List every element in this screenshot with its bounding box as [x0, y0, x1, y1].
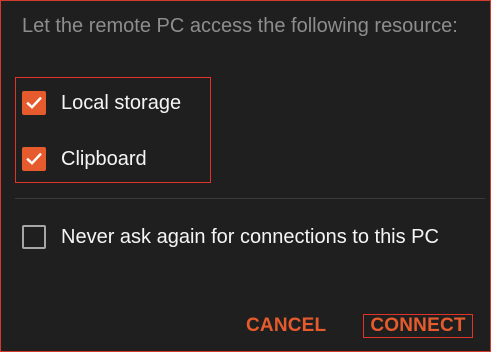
never-ask-label: Never ask again for connections to this … [61, 226, 439, 248]
local-storage-option[interactable]: Local storage [22, 89, 181, 117]
clipboard-checkbox[interactable] [22, 147, 46, 171]
dialog-intro-text: Let the remote PC access the following r… [22, 15, 458, 37]
cancel-button[interactable]: CANCEL [246, 313, 326, 339]
never-ask-option[interactable]: Never ask again for connections to this … [22, 223, 439, 251]
connect-button[interactable]: CONNECT [363, 314, 473, 338]
local-storage-checkbox[interactable] [22, 91, 46, 115]
local-storage-label: Local storage [61, 92, 182, 114]
clipboard-label: Clipboard [61, 148, 147, 170]
dialog-divider [15, 198, 485, 199]
remote-access-dialog: Let the remote PC access the following r… [0, 0, 491, 352]
check-icon [26, 96, 42, 109]
never-ask-checkbox[interactable] [22, 225, 46, 249]
clipboard-option[interactable]: Clipboard [22, 145, 147, 173]
check-icon [26, 152, 42, 165]
